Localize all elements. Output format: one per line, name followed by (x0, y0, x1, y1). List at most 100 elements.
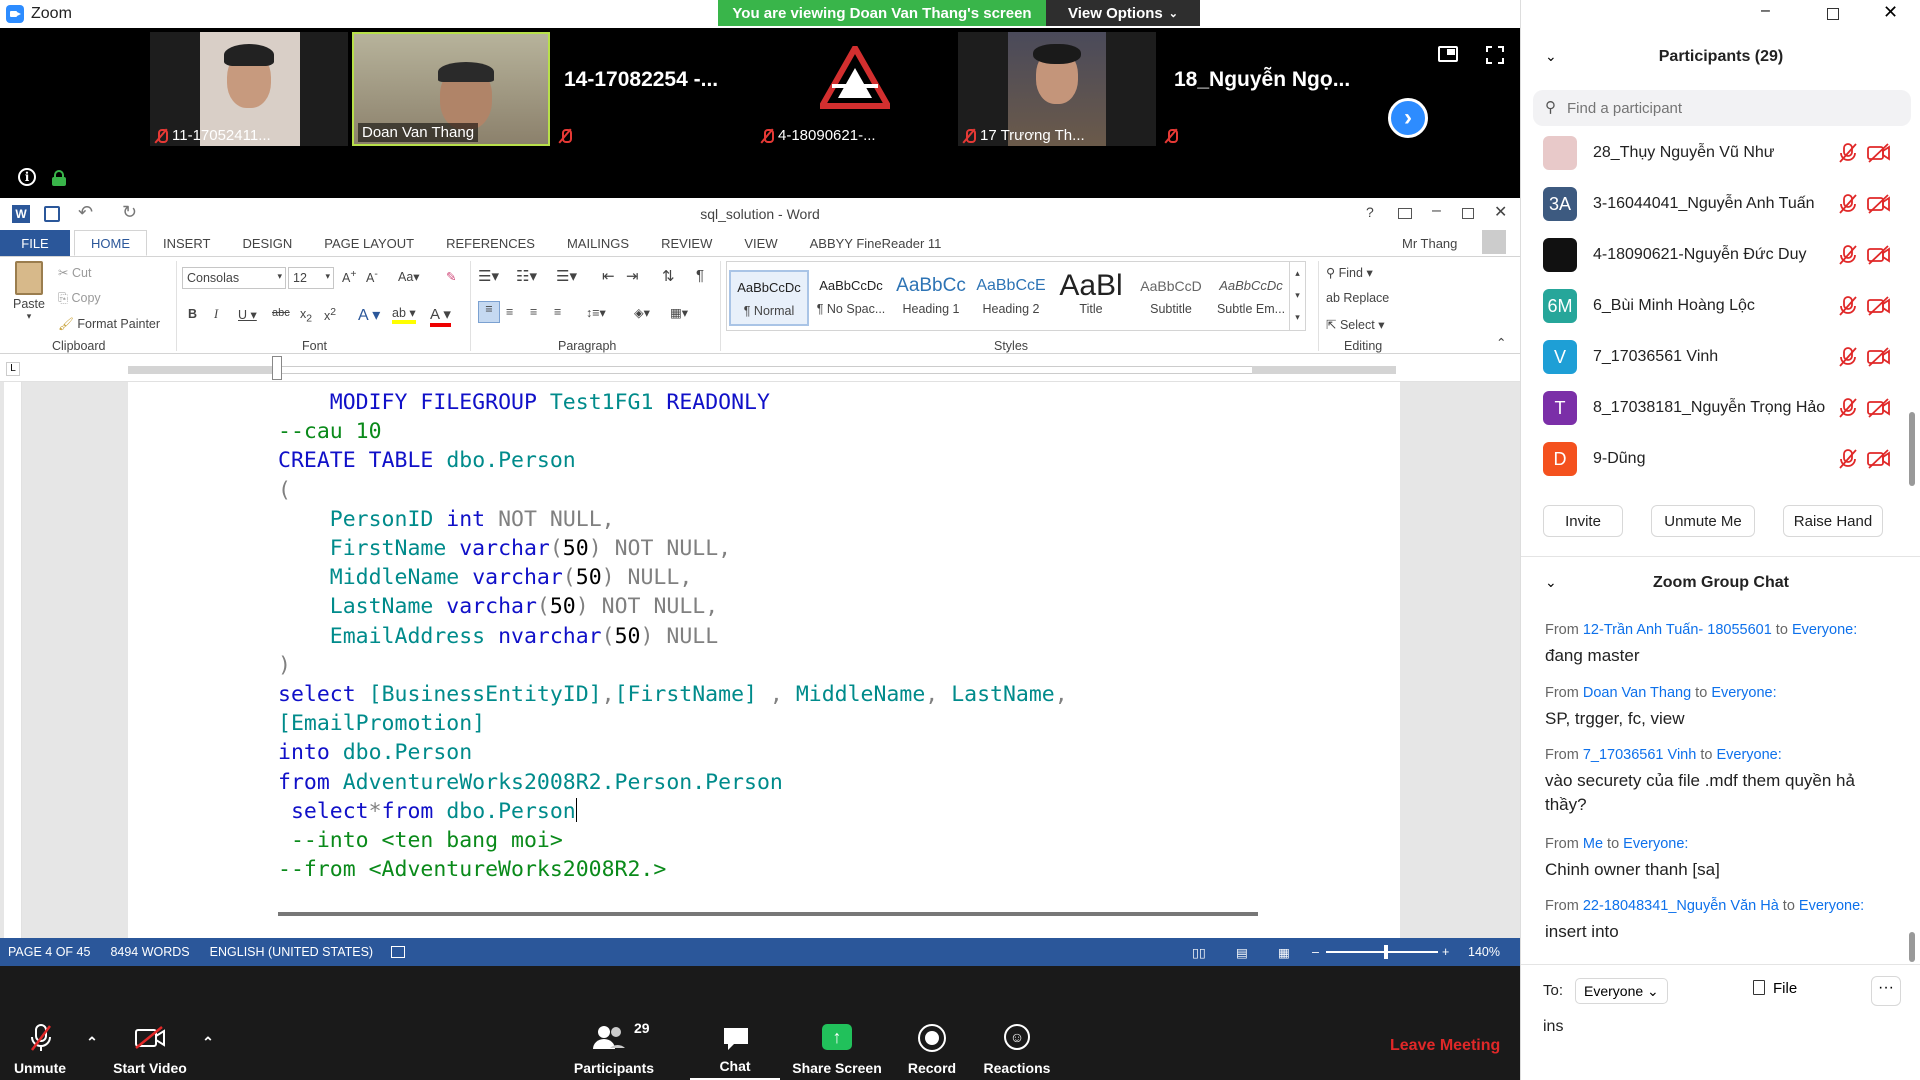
style-subtle-emphasis[interactable]: AaBbCcDc Subtle Em... (1211, 270, 1291, 326)
chat-sender[interactable]: 12-Trần Anh Tuấn- 18055601 (1583, 622, 1772, 638)
chat-recipient[interactable]: Everyone: (1711, 685, 1776, 701)
bold-button[interactable]: B (188, 307, 197, 321)
next-page-button[interactable]: › (1388, 98, 1428, 138)
fullscreen-icon[interactable] (1486, 46, 1504, 64)
participants-button[interactable]: 29 Participants (572, 1012, 656, 1080)
increase-indent-icon[interactable]: ⇥ (626, 267, 639, 285)
video-tile-active[interactable]: Doan Van Thang (352, 32, 550, 146)
user-avatar-icon[interactable] (1482, 230, 1506, 254)
raise-hand-button[interactable]: Raise Hand (1783, 505, 1883, 537)
search-input[interactable] (1567, 96, 1887, 120)
tab-selector[interactable]: L (6, 362, 20, 376)
zoom-slider-thumb[interactable] (1384, 945, 1388, 959)
participant-name[interactable]: 9-Dũng (1593, 450, 1645, 468)
chat-recipient[interactable]: Everyone: (1716, 747, 1781, 763)
language[interactable]: ENGLISH (UNITED STATES) (210, 945, 373, 959)
zoom-slider[interactable] (1326, 951, 1438, 953)
shading-icon[interactable]: ◈▾ (634, 305, 650, 320)
window-minimize-icon[interactable]: – (1761, 2, 1770, 20)
chat-input[interactable]: ins (1543, 1018, 1903, 1036)
replace-button[interactable]: ab Replace (1326, 291, 1389, 305)
chat-recipient[interactable]: Everyone: (1792, 622, 1857, 638)
video-tile[interactable]: 14-17082254 -... (554, 32, 752, 146)
italic-button[interactable]: I (214, 307, 218, 322)
horizontal-scrollbar[interactable] (278, 912, 1258, 916)
chat-sender[interactable]: Doan Van Thang (1583, 685, 1691, 701)
tab-insert[interactable]: INSERT (147, 236, 226, 251)
multilevel-list-icon[interactable]: ☰▾ (556, 267, 577, 285)
participant-name[interactable]: 6_Bùi Minh Hoàng Lộc (1593, 297, 1755, 315)
participant-name[interactable]: 7_17036561 Vinh (1593, 348, 1718, 366)
info-icon[interactable]: i (18, 168, 36, 186)
ribbon-display-icon[interactable] (1398, 208, 1412, 219)
participant-scrollbar[interactable] (1909, 412, 1915, 486)
zoom-in-icon[interactable]: + (1442, 945, 1449, 959)
text-effects-icon[interactable]: A ▾ (358, 305, 380, 325)
sort-icon[interactable]: ⇅ (662, 267, 675, 285)
more-options-button[interactable]: ··· (1871, 976, 1901, 1006)
word-close-icon[interactable]: ✕ (1494, 202, 1507, 222)
style-title[interactable]: AaBl Title (1051, 270, 1131, 326)
view-options-button[interactable]: View Options ⌄ (1046, 0, 1200, 26)
participant-name[interactable]: 3-16044041_Nguyễn Anh Tuấn (1593, 195, 1815, 213)
zoom-level[interactable]: 140% (1468, 945, 1500, 959)
style-heading-1[interactable]: AaBbCc Heading 1 (891, 270, 971, 326)
lock-icon[interactable] (52, 170, 66, 186)
style-heading-2[interactable]: AaBbCcE Heading 2 (971, 270, 1051, 326)
show-marks-icon[interactable]: ¶ (696, 267, 704, 284)
chat-recipient-select[interactable]: Everyone ⌄ (1575, 978, 1668, 1004)
audio-options-caret[interactable]: ⌃ (82, 1034, 102, 1054)
grow-font-icon[interactable]: A+ (342, 269, 356, 285)
tab-page-layout[interactable]: PAGE LAYOUT (308, 236, 430, 251)
shrink-font-icon[interactable]: A- (366, 269, 378, 285)
highlight-icon[interactable]: ab ▾ (392, 305, 416, 324)
subscript-button[interactable]: x2 (300, 307, 312, 325)
strikethrough-button[interactable]: abc (272, 307, 290, 319)
superscript-button[interactable]: x2 (324, 307, 336, 323)
proofing-icon[interactable] (391, 946, 406, 958)
line-spacing-icon[interactable]: ↕≡▾ (586, 305, 606, 320)
participant-name[interactable]: 28_Thụy Nguyễn Vũ Như (1593, 144, 1774, 162)
read-mode-icon[interactable]: ▯▯ (1192, 945, 1206, 960)
reactions-button[interactable]: ☺ Reactions (978, 1012, 1056, 1080)
video-options-caret[interactable]: ⌃ (198, 1034, 218, 1054)
page-count[interactable]: PAGE 4 OF 45 (8, 945, 90, 959)
font-name-select[interactable]: Consolas ▾ (182, 267, 286, 289)
tab-view[interactable]: VIEW (728, 236, 793, 251)
align-right-icon[interactable]: ≡ (530, 305, 537, 319)
web-layout-icon[interactable]: ▦ (1278, 945, 1290, 960)
tab-review[interactable]: REVIEW (645, 236, 728, 251)
ruler[interactable]: L (0, 356, 1520, 382)
unmute-button[interactable]: Unmute (6, 1012, 74, 1080)
copy-button[interactable]: ⎘ Copy (58, 291, 101, 306)
document-text[interactable]: MODIFY FILEGROUP Test1FG1 READONLY --cau … (278, 388, 1068, 884)
chat-sender[interactable]: 7_17036561 Vinh (1583, 747, 1696, 763)
style-no-spacing[interactable]: AaBbCcDc ¶ No Spac... (811, 270, 891, 326)
help-icon[interactable]: ? (1366, 204, 1374, 220)
speaker-view-icon[interactable] (1438, 46, 1458, 62)
window-restore-icon[interactable] (1827, 8, 1839, 20)
tab-file[interactable]: FILE (0, 230, 70, 256)
bullets-icon[interactable]: ☰▾ (478, 267, 499, 285)
window-close-icon[interactable]: ✕ (1883, 2, 1898, 23)
share-screen-button[interactable]: ↑ Share Screen (790, 1012, 884, 1080)
invite-button[interactable]: Invite (1543, 505, 1623, 537)
justify-icon[interactable]: ≡ (554, 305, 561, 319)
document-page[interactable]: MODIFY FILEGROUP Test1FG1 READONLY --cau … (128, 382, 1400, 938)
find-button[interactable]: ⚲ Find ▾ (1326, 265, 1373, 280)
start-video-button[interactable]: Start Video (108, 1012, 192, 1080)
chat-sender[interactable]: Me (1583, 836, 1603, 852)
underline-button[interactable]: U ▾ (238, 307, 257, 322)
print-layout-icon[interactable]: ▤ (1236, 945, 1248, 960)
video-tile[interactable]: 4-18090621-... (756, 32, 954, 146)
chat-recipient[interactable]: Everyone: (1623, 836, 1688, 852)
record-button[interactable]: Record (898, 1012, 966, 1080)
style-normal[interactable]: AaBbCcDc ¶ Normal (729, 270, 809, 326)
zoom-out-icon[interactable]: – (1312, 945, 1319, 959)
paste-button[interactable]: Paste ▾ (10, 261, 48, 322)
style-subtitle[interactable]: AaBbCcD Subtitle (1131, 270, 1211, 326)
chat-button[interactable]: Chat (690, 1012, 780, 1080)
decrease-indent-icon[interactable]: ⇤ (602, 267, 615, 285)
chat-recipient[interactable]: Everyone: (1799, 898, 1864, 914)
participant-search[interactable]: ⚲ (1533, 90, 1911, 126)
